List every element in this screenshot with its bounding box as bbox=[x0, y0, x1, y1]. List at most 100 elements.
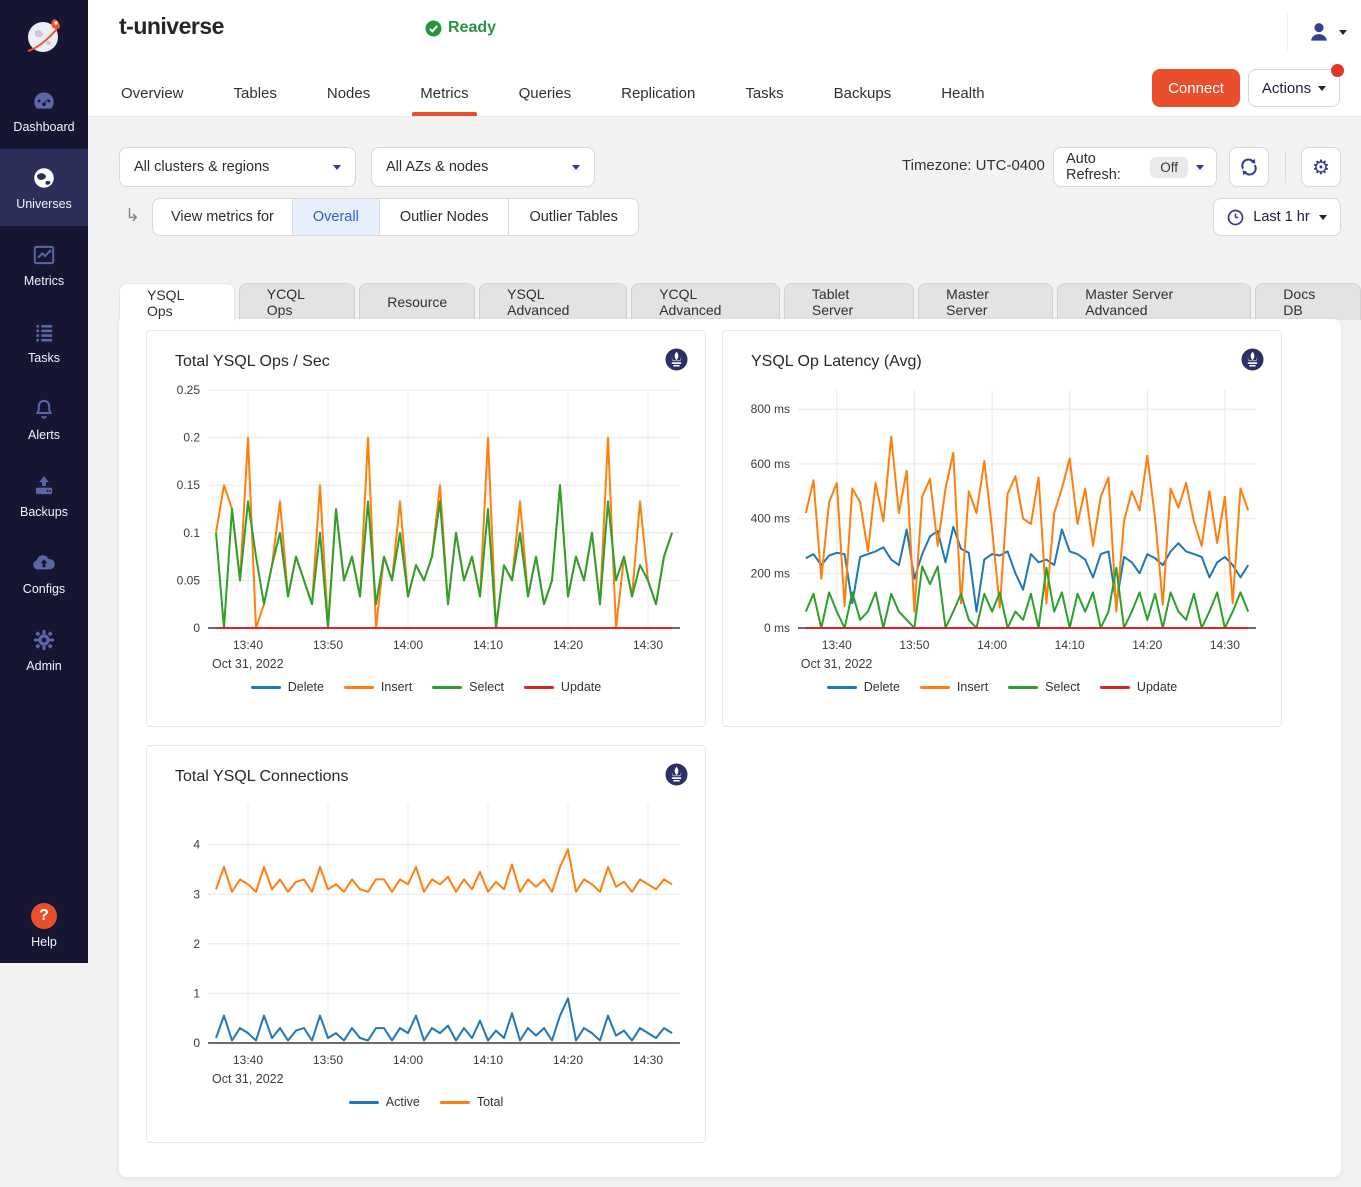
svg-text:0.2: 0.2 bbox=[183, 431, 200, 445]
svg-text:Oct 31, 2022: Oct 31, 2022 bbox=[801, 657, 873, 671]
tab-tables[interactable]: Tables bbox=[232, 73, 279, 116]
svg-text:13:50: 13:50 bbox=[899, 638, 929, 652]
chart-legend: Delete Insert Select Update bbox=[723, 678, 1281, 704]
svg-text:0: 0 bbox=[193, 621, 200, 635]
prometheus-icon[interactable] bbox=[1241, 348, 1264, 376]
legend-item-insert[interactable]: Insert bbox=[344, 680, 412, 694]
actions-button[interactable]: Actions bbox=[1248, 69, 1340, 107]
svg-text:14:20: 14:20 bbox=[553, 638, 583, 652]
legend-item-update[interactable]: Update bbox=[524, 680, 601, 694]
chevron-down-icon bbox=[1339, 30, 1347, 35]
metric-tab-master-server[interactable]: Master Server bbox=[918, 283, 1053, 320]
return-arrow-icon: ↳ bbox=[125, 205, 140, 226]
svg-text:0.25: 0.25 bbox=[177, 383, 201, 397]
gear-icon bbox=[31, 627, 57, 653]
metric-tab-tablet-server[interactable]: Tablet Server bbox=[784, 283, 914, 320]
metric-tab-resource[interactable]: Resource bbox=[359, 283, 475, 320]
clusters-regions-value: All clusters & regions bbox=[134, 159, 269, 175]
legend-item-update[interactable]: Update bbox=[1100, 680, 1177, 694]
legend-swatch bbox=[1008, 686, 1038, 689]
tab-nodes[interactable]: Nodes bbox=[325, 73, 372, 116]
legend-swatch bbox=[524, 686, 554, 689]
help-icon: ? bbox=[31, 903, 57, 929]
yugabyte-logo[interactable] bbox=[0, 0, 88, 72]
sidebar-item-universes[interactable]: Universes bbox=[0, 149, 88, 226]
list-icon bbox=[31, 319, 57, 345]
legend-swatch bbox=[251, 686, 281, 689]
cloud-upload-icon bbox=[30, 550, 58, 576]
chevron-down-icon bbox=[1318, 86, 1326, 91]
chart-total-ysql-ops: Total YSQL Ops / Sec 00.050.10.150.20.25… bbox=[146, 330, 706, 727]
timezone-label: Timezone: UTC-0400 bbox=[902, 157, 1045, 174]
azs-nodes-dropdown[interactable]: All AZs & nodes bbox=[371, 147, 595, 187]
sidebar-item-label: Backups bbox=[20, 505, 68, 519]
legend-item-delete[interactable]: Delete bbox=[251, 680, 324, 694]
sidebar-item-admin[interactable]: Admin bbox=[0, 611, 88, 688]
tab-tasks[interactable]: Tasks bbox=[743, 73, 785, 116]
tab-health[interactable]: Health bbox=[939, 73, 986, 116]
svg-text:800 ms: 800 ms bbox=[751, 402, 790, 416]
sidebar-item-backups[interactable]: Backups bbox=[0, 457, 88, 534]
sidebar-item-label: Configs bbox=[23, 582, 65, 596]
legend-item-insert[interactable]: Insert bbox=[920, 680, 988, 694]
chart-total-ysql-connections: Total YSQL Connections 0123413:4013:5014… bbox=[146, 745, 706, 1143]
metric-tab-ysql-ops[interactable]: YSQL Ops bbox=[119, 283, 235, 321]
legend-item-active[interactable]: Active bbox=[349, 1095, 420, 1109]
sidebar-item-label: Alerts bbox=[28, 428, 60, 442]
metric-tab-master-server-advanced[interactable]: Master Server Advanced bbox=[1057, 283, 1251, 320]
clusters-regions-dropdown[interactable]: All clusters & regions bbox=[119, 147, 356, 187]
tab-metrics[interactable]: Metrics bbox=[418, 73, 470, 116]
legend-item-total[interactable]: Total bbox=[440, 1095, 503, 1109]
page-title: t-universe bbox=[119, 13, 224, 40]
tab-backups[interactable]: Backups bbox=[832, 73, 894, 116]
svg-text:600 ms: 600 ms bbox=[751, 457, 790, 471]
universe-nav: Overview Tables Nodes Metrics Queries Re… bbox=[119, 73, 987, 116]
metric-tab-ycql-ops[interactable]: YCQL Ops bbox=[239, 283, 355, 320]
svg-text:14:30: 14:30 bbox=[633, 1053, 663, 1067]
chart-legend: Active Total bbox=[147, 1093, 705, 1119]
svg-text:13:40: 13:40 bbox=[822, 638, 852, 652]
sidebar-item-dashboard[interactable]: Dashboard bbox=[0, 72, 88, 149]
metrics-settings-button[interactable]: ⚙ bbox=[1301, 147, 1341, 187]
legend-item-select[interactable]: Select bbox=[1008, 680, 1080, 694]
view-mode-outlier-nodes[interactable]: Outlier Nodes bbox=[379, 199, 509, 235]
prometheus-icon[interactable] bbox=[665, 348, 688, 376]
user-menu[interactable] bbox=[1287, 14, 1347, 50]
metric-tab-docs-db[interactable]: Docs DB bbox=[1255, 283, 1361, 320]
refresh-button[interactable] bbox=[1229, 147, 1269, 187]
tab-replication[interactable]: Replication bbox=[619, 73, 697, 116]
legend-item-select[interactable]: Select bbox=[432, 680, 504, 694]
view-mode-overall[interactable]: Overall bbox=[292, 199, 379, 235]
sidebar-item-metrics[interactable]: Metrics bbox=[0, 226, 88, 303]
sidebar-item-tasks[interactable]: Tasks bbox=[0, 303, 88, 380]
legend-item-delete[interactable]: Delete bbox=[827, 680, 900, 694]
tab-overview[interactable]: Overview bbox=[119, 73, 186, 116]
sidebar-item-alerts[interactable]: Alerts bbox=[0, 380, 88, 457]
chart-ysql-op-latency: YSQL Op Latency (Avg) 0 ms200 ms400 ms60… bbox=[722, 330, 1282, 727]
sidebar-item-label: Dashboard bbox=[13, 120, 74, 134]
svg-text:400 ms: 400 ms bbox=[751, 512, 790, 526]
metric-tab-ycql-advanced[interactable]: YCQL Advanced bbox=[631, 283, 780, 320]
time-range-dropdown[interactable]: Last 1 hr bbox=[1213, 198, 1341, 236]
refresh-icon bbox=[1239, 157, 1259, 177]
svg-text:14:00: 14:00 bbox=[393, 1053, 423, 1067]
clock-icon bbox=[1227, 209, 1244, 226]
legend-swatch bbox=[432, 686, 462, 689]
view-mode-outlier-tables[interactable]: Outlier Tables bbox=[508, 199, 637, 235]
auto-refresh-dropdown[interactable]: Auto Refresh: Off bbox=[1053, 147, 1217, 187]
chart-plot-area: 0123413:4013:5014:0014:1014:2014:30Oct 3… bbox=[162, 793, 690, 1093]
svg-text:0 ms: 0 ms bbox=[764, 621, 790, 635]
tab-queries[interactable]: Queries bbox=[517, 73, 574, 116]
svg-text:14:20: 14:20 bbox=[1132, 638, 1162, 652]
chart-legend: Delete Insert Select Update bbox=[147, 678, 705, 704]
metric-tab-ysql-advanced[interactable]: YSQL Advanced bbox=[479, 283, 627, 320]
svg-text:14:30: 14:30 bbox=[1210, 638, 1240, 652]
sidebar-item-configs[interactable]: Configs bbox=[0, 534, 88, 611]
chart-icon bbox=[31, 242, 57, 268]
view-metrics-segmented-control: View metrics for Overall Outlier Nodes O… bbox=[152, 198, 639, 236]
sidebar-item-help[interactable]: ? Help bbox=[0, 903, 88, 949]
prometheus-icon[interactable] bbox=[665, 763, 688, 791]
legend-swatch bbox=[349, 1101, 379, 1104]
planet-rocket-icon bbox=[21, 13, 67, 59]
connect-button[interactable]: Connect bbox=[1152, 69, 1240, 107]
